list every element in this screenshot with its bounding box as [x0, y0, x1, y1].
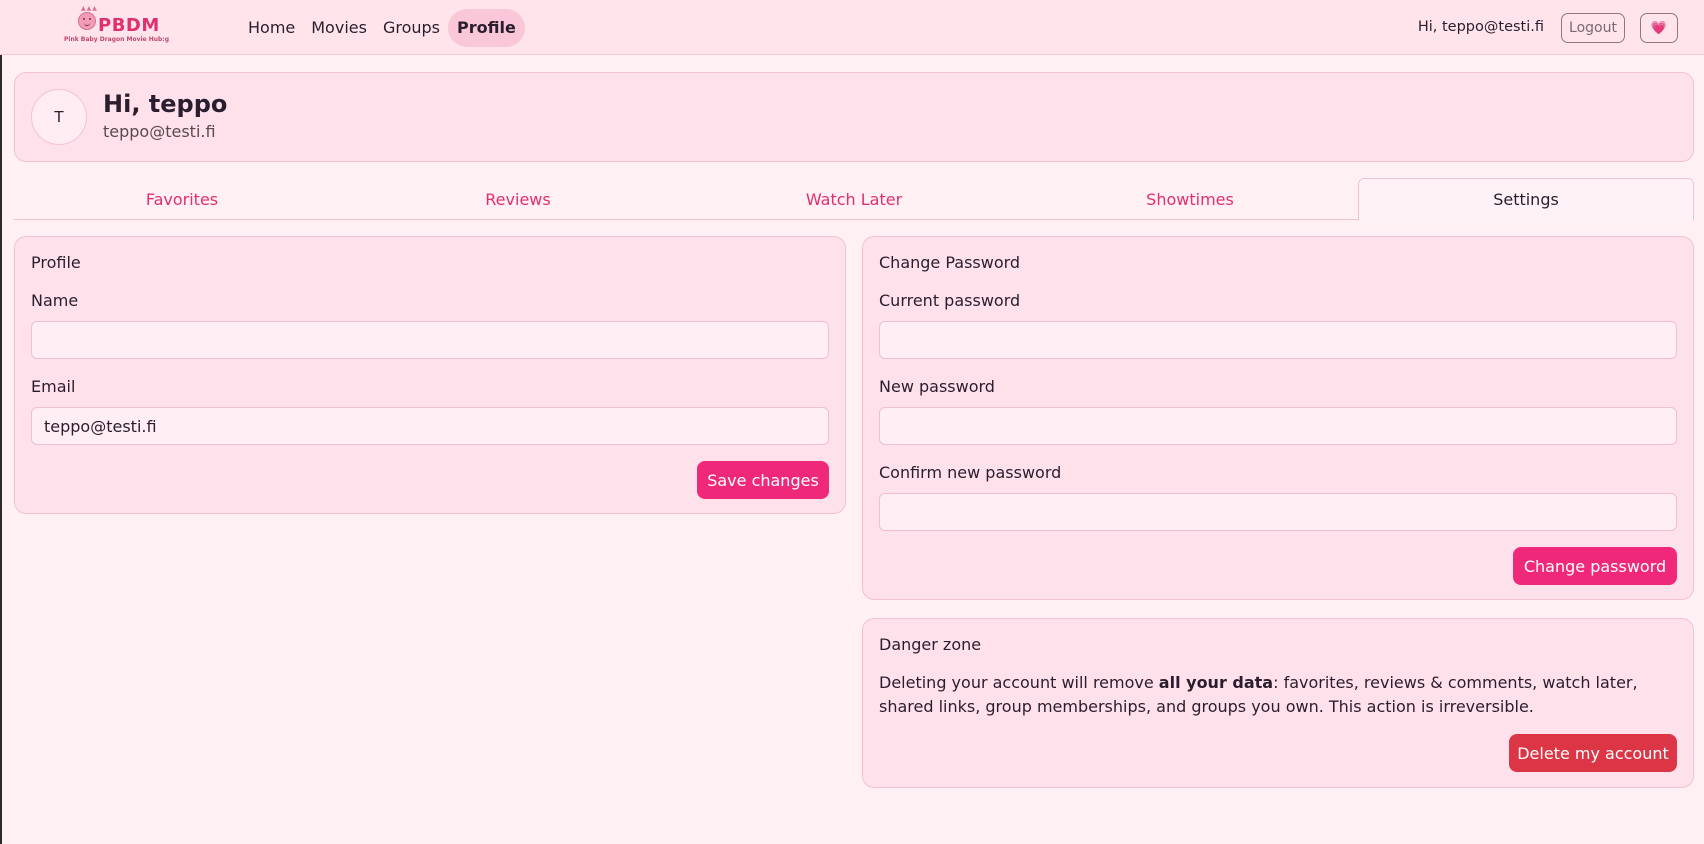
- profile-email: teppo@testi.fi: [103, 122, 216, 141]
- window-edge: [0, 0, 2, 844]
- danger-text-part: Deleting your account will remove: [879, 673, 1159, 692]
- confirm-password-input[interactable]: [879, 493, 1677, 531]
- confirm-password-label: Confirm new password: [879, 463, 1062, 482]
- current-password-input[interactable]: [879, 321, 1677, 359]
- email-input[interactable]: [31, 407, 829, 445]
- main-nav: Home Movies Groups Profile: [240, 9, 525, 47]
- password-card-title: Change Password: [879, 253, 1021, 272]
- tab-reviews[interactable]: Reviews: [350, 178, 686, 220]
- tab-settings[interactable]: Settings: [1358, 178, 1694, 221]
- top-navbar: ▲▲▲ PBDM Pink Baby Dragon Movie Hub:g Ho…: [0, 0, 1704, 55]
- name-input[interactable]: [31, 321, 829, 359]
- crown-icon: ▲▲▲: [81, 5, 98, 12]
- tab-favorites[interactable]: Favorites: [14, 178, 350, 220]
- heart-icon: 💗: [1650, 20, 1668, 35]
- name-label: Name: [31, 291, 79, 310]
- delete-account-button[interactable]: Delete my account: [1509, 734, 1677, 772]
- logo-text: PBDM: [98, 15, 160, 36]
- current-password-label: Current password: [879, 291, 1021, 310]
- danger-zone-title: Danger zone: [879, 635, 982, 654]
- new-password-label: New password: [879, 377, 995, 396]
- user-greeting: Hi, teppo@testi.fi: [1417, 19, 1544, 35]
- danger-zone-card: Danger zone Deleting your account will r…: [862, 618, 1694, 788]
- change-password-card: Change Password Current password New pas…: [862, 236, 1694, 600]
- avatar: T: [31, 89, 87, 145]
- page-title: Hi, teppo: [103, 90, 228, 118]
- profile-card-title: Profile: [31, 253, 81, 272]
- nav-home[interactable]: Home: [240, 10, 303, 46]
- dragon-face-icon: [78, 12, 96, 30]
- save-changes-button[interactable]: Save changes: [697, 461, 829, 499]
- profile-tabs: Favorites Reviews Watch Later Showtimes …: [14, 178, 1694, 221]
- danger-text-emphasis: all your data: [1158, 673, 1274, 692]
- logo-tagline: Pink Baby Dragon Movie Hub:g: [64, 36, 169, 43]
- email-label: Email: [31, 377, 76, 396]
- nav-movies[interactable]: Movies: [303, 10, 375, 46]
- profile-settings-card: Profile Name Email Save changes: [14, 236, 846, 514]
- tab-watch-later[interactable]: Watch Later: [686, 178, 1022, 220]
- new-password-input[interactable]: [879, 407, 1677, 445]
- danger-zone-description: Deleting your account will remove all yo…: [879, 671, 1679, 719]
- nav-profile[interactable]: Profile: [447, 9, 525, 47]
- tab-showtimes[interactable]: Showtimes: [1022, 178, 1358, 220]
- logout-button[interactable]: Logout: [1561, 13, 1625, 43]
- theme-toggle-button[interactable]: 💗: [1640, 13, 1678, 43]
- site-logo[interactable]: ▲▲▲ PBDM Pink Baby Dragon Movie Hub:g: [62, 6, 182, 48]
- change-password-button[interactable]: Change password: [1513, 547, 1677, 585]
- profile-header: T Hi, teppo teppo@testi.fi: [14, 72, 1694, 162]
- nav-groups[interactable]: Groups: [375, 10, 448, 46]
